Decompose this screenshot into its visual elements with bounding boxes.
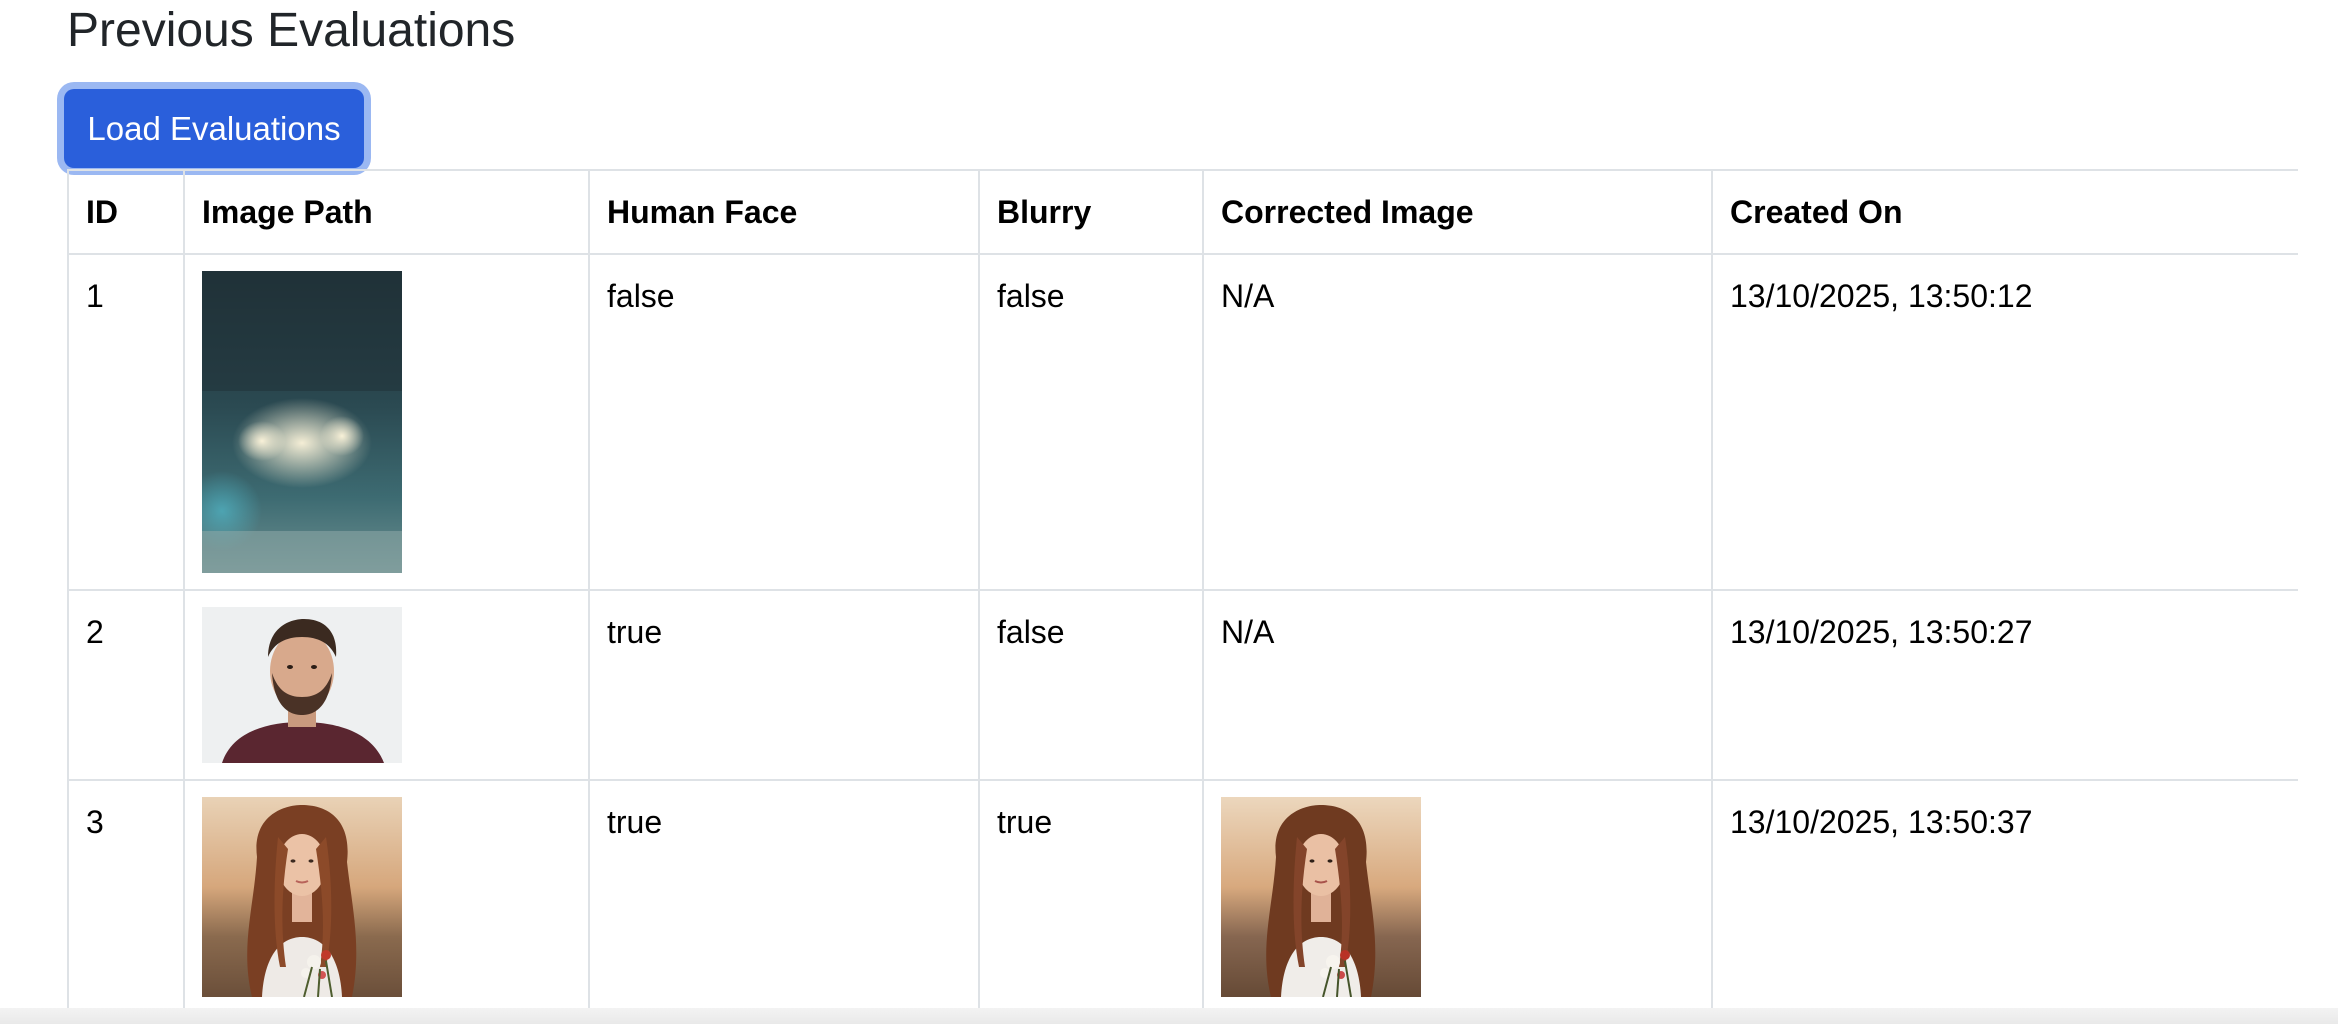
column-header-id: ID [67,169,185,255]
cell-blurry: true [978,779,1204,1009]
cell-blurry: false [978,253,1204,591]
cell-corrected-image: N/A [1202,253,1713,591]
blurry-bokeh-thumbnail [202,271,402,573]
table-row: 3 true true 13/10/2025, 13:50:37 [67,779,2298,1009]
woman-portrait-thumbnail [202,797,402,997]
cell-id: 2 [67,589,185,781]
load-evaluations-button[interactable]: Load Evaluations [64,89,364,168]
column-header-created-on: Created On [1711,169,2298,255]
man-portrait-thumbnail [202,607,402,763]
cell-created-on: 13/10/2025, 13:50:27 [1711,589,2298,781]
cell-corrected-image: N/A [1202,589,1713,781]
evaluations-table: ID Image Path Human Face Blurry Correcte… [67,169,2298,1009]
cell-created-on: 13/10/2025, 13:50:37 [1711,779,2298,1009]
corrected-woman-portrait-thumbnail [1221,797,1421,997]
bottom-edge-shadow [0,1008,2338,1024]
cell-image-path [183,589,590,781]
column-header-image-path: Image Path [183,169,590,255]
cell-id: 3 [67,779,185,1009]
column-header-corrected-image: Corrected Image [1202,169,1713,255]
table-header-row: ID Image Path Human Face Blurry Correcte… [67,169,2298,255]
cell-human-face: true [588,779,980,1009]
cell-image-path [183,253,590,591]
page-title: Previous Evaluations [67,4,516,57]
cell-blurry: false [978,589,1204,781]
cell-human-face: true [588,589,980,781]
cell-image-path [183,779,590,1009]
evaluations-page: Previous Evaluations Load Evaluations ID… [0,0,2338,1024]
column-header-human-face: Human Face [588,169,980,255]
table-row: 2 true false N/A 13/10/2025, 13:50:27 [67,589,2298,781]
cell-id: 1 [67,253,185,591]
cell-created-on: 13/10/2025, 13:50:12 [1711,253,2298,591]
cell-human-face: false [588,253,980,591]
cell-corrected-image [1202,779,1713,1009]
column-header-blurry: Blurry [978,169,1204,255]
table-row: 1 false false N/A 13/10/2025, 13:50:12 [67,253,2298,591]
evaluations-table-container[interactable]: ID Image Path Human Face Blurry Correcte… [67,169,2298,1009]
